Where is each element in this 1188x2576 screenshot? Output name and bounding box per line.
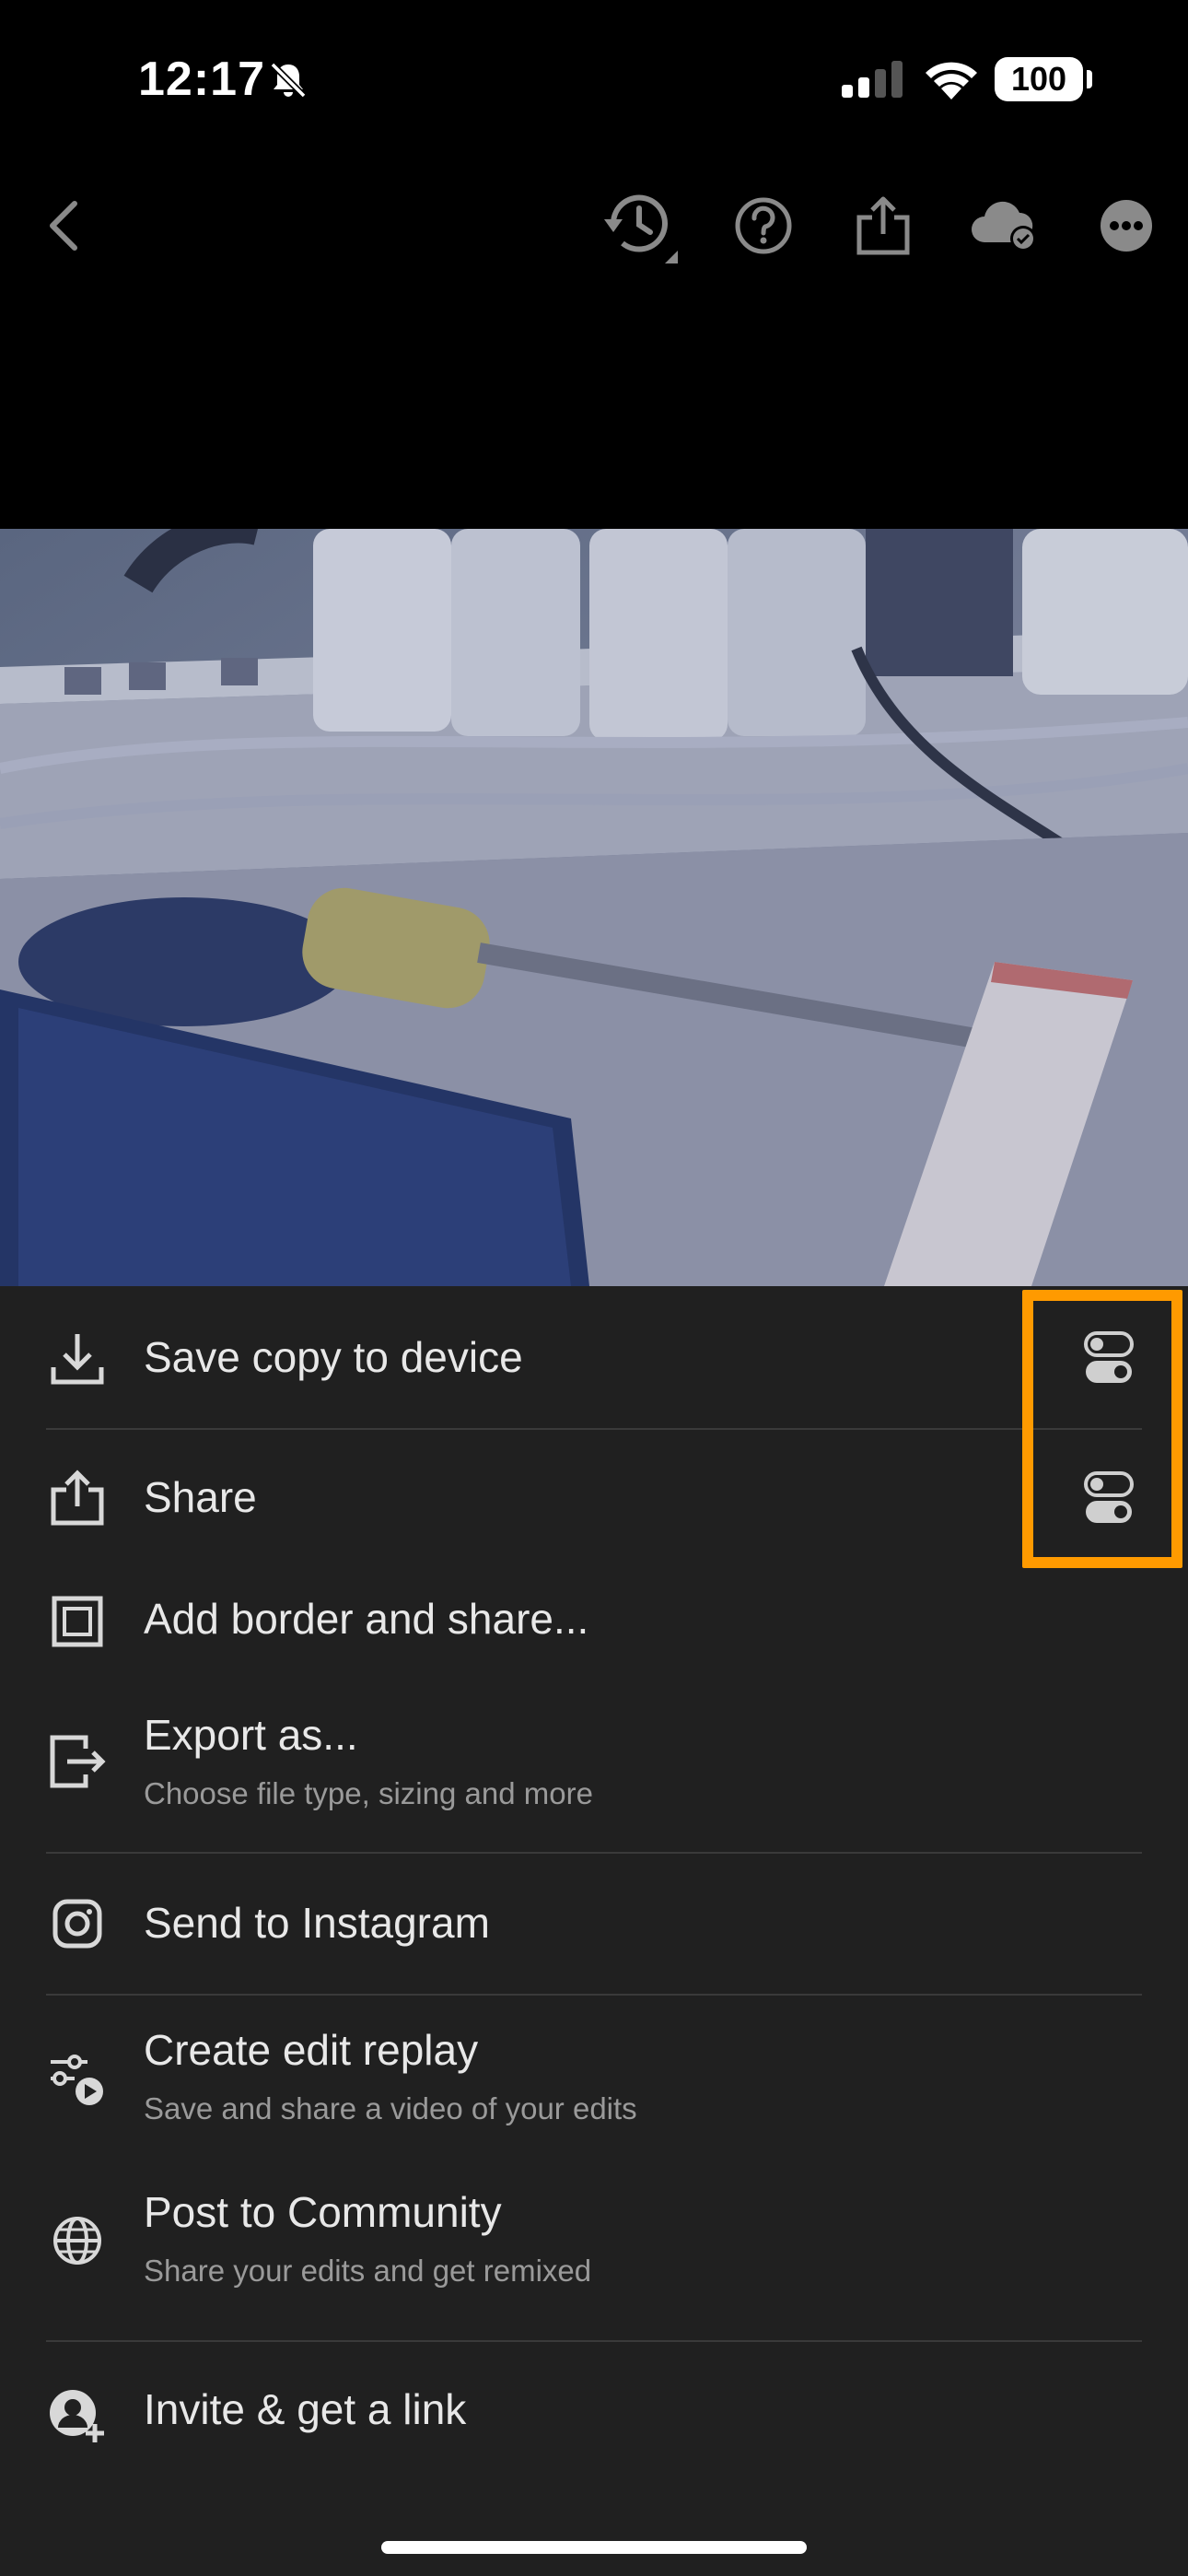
status-time: 12:17: [138, 53, 265, 106]
menu-item-save-copy[interactable]: Save copy to device: [0, 1286, 1188, 1428]
menu-item-send-instagram[interactable]: Send to Instagram: [0, 1854, 1188, 1994]
menu-item-label: Export as...: [144, 1711, 358, 1759]
menu-item-post-community[interactable]: Post to Community Share your edits and g…: [0, 2158, 1188, 2322]
menu-item-sublabel: Save and share a video of your edits: [144, 2091, 637, 2125]
instagram-icon: [46, 1892, 109, 1955]
bell-slash-icon: [269, 61, 308, 104]
menu-item-add-border[interactable]: Add border and share...: [0, 1568, 1188, 1684]
cloud-synced-icon[interactable]: [954, 175, 1055, 276]
menu-item-share[interactable]: Share: [0, 1430, 1188, 1568]
menu-item-edit-replay[interactable]: Create edit replay Save and share a vide…: [0, 1996, 1188, 2158]
signal-icon: [842, 61, 904, 102]
share-export-sheet: Save copy to device Share Add border and…: [0, 1286, 1188, 2576]
menu-item-label: Create edit replay: [144, 2026, 479, 2074]
share-icon: [46, 1467, 109, 1529]
home-indicator: [381, 2541, 807, 2554]
battery-tip: [1087, 70, 1092, 88]
top-toolbar: [0, 175, 1188, 276]
menu-item-label: Send to Instagram: [144, 1899, 490, 1947]
border-icon: [46, 1590, 109, 1653]
history-icon[interactable]: [589, 175, 691, 276]
wifi-icon: [923, 57, 980, 104]
menu-item-sublabel: Choose file type, sizing and more: [144, 1776, 593, 1810]
edit-replay-icon: [46, 2047, 109, 2110]
more-icon[interactable]: [1076, 175, 1177, 276]
menu-item-sublabel: Share your edits and get remixed: [144, 2254, 592, 2288]
menu-item-label: Add border and share...: [144, 1595, 589, 1643]
toggle-highlight-box: [1022, 1290, 1182, 1568]
menu-item-label: Invite & get a link: [144, 2385, 467, 2433]
menu-item-export-as[interactable]: Export as... Choose file type, sizing an…: [0, 1684, 1188, 1843]
menu-item-label: Share: [144, 1473, 257, 1521]
menu-item-invite-link[interactable]: Invite & get a link: [0, 2342, 1188, 2484]
menu-item-label: Save copy to device: [144, 1333, 523, 1381]
share-icon[interactable]: [833, 175, 934, 276]
status-bar: 12:17 100: [0, 0, 1188, 157]
export-icon: [46, 1730, 109, 1793]
battery-icon: 100: [995, 57, 1083, 101]
download-icon: [46, 1327, 109, 1389]
globe-icon: [46, 2209, 109, 2272]
help-icon[interactable]: [713, 175, 814, 276]
photo-preview[interactable]: [0, 529, 1188, 1286]
invite-user-icon: [46, 2384, 109, 2447]
menu-item-label: Post to Community: [144, 2188, 502, 2236]
back-chevron-icon[interactable]: [13, 175, 114, 276]
